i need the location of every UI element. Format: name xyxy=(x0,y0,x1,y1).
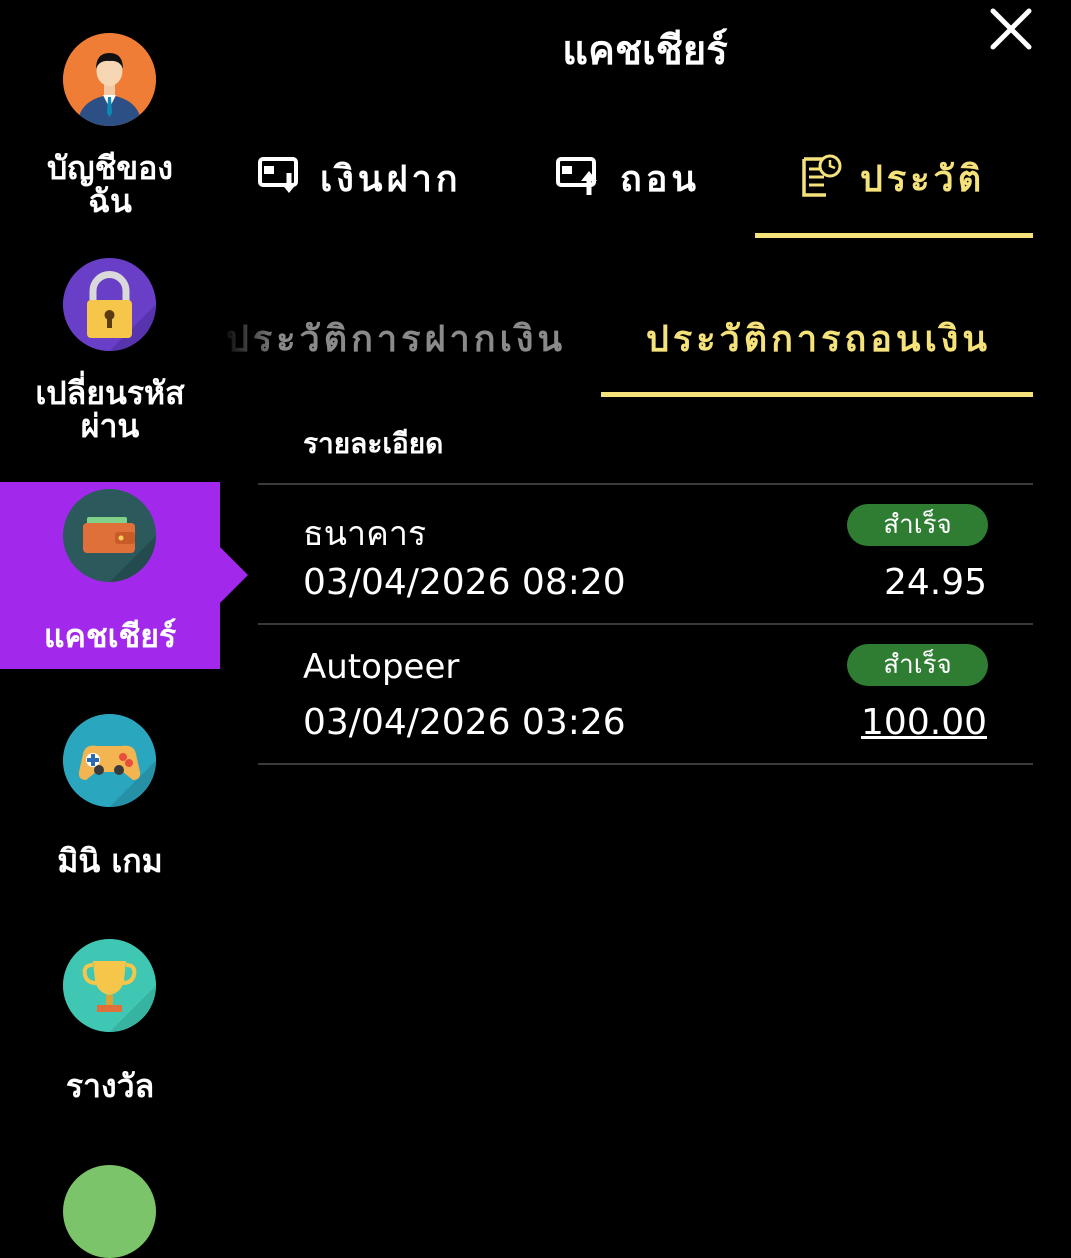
withdraw-icon xyxy=(556,155,602,201)
sidebar-item-partial[interactable] xyxy=(0,1165,220,1258)
sidebar-item-label: แคชเชียร์ xyxy=(43,617,177,655)
gamepad-icon xyxy=(63,714,156,807)
sidebar-item-cashier[interactable]: แคชเชียร์ xyxy=(0,482,248,669)
tab-withdraw-label: ถอน xyxy=(620,158,701,200)
tab-deposit-label: เงินฝาก xyxy=(320,158,462,200)
page-title: แคชเชียร์ xyxy=(562,28,728,74)
trophy-icon xyxy=(63,939,156,1032)
active-pointer xyxy=(220,547,248,603)
sidebar-item-label: บัญชีของ ฉัน xyxy=(46,149,173,220)
row-datetime: 03/04/2026 08:20 xyxy=(303,562,626,603)
active-tab-indicator xyxy=(755,233,1033,238)
history-icon xyxy=(800,153,842,203)
partial-icon xyxy=(63,1165,156,1258)
sidebar-item-my-account[interactable]: บัญชีของ ฉัน xyxy=(0,0,220,230)
divider xyxy=(258,483,1033,485)
tab-history-label: ประวัติ xyxy=(860,158,986,200)
sidebar-item-label: รางวัล xyxy=(65,1067,155,1105)
status-badge: สำเร็จ xyxy=(847,504,988,546)
divider xyxy=(258,623,1033,625)
sidebar-item-rewards[interactable]: รางวัล xyxy=(0,925,220,1125)
active-subtab-indicator xyxy=(601,392,1033,397)
sidebar-item-mini-game[interactable]: มินิ เกม xyxy=(0,700,220,900)
tab-history[interactable]: ประวัติ xyxy=(800,148,985,208)
column-header-details: รายละเอียด xyxy=(303,427,444,460)
row-amount-link[interactable]: 100.00 xyxy=(861,702,987,743)
padlock-icon xyxy=(63,258,156,351)
row-method: ธนาคาร xyxy=(303,514,427,554)
sidebar-item-change-password[interactable]: เปลี่ยนรหัส ผ่าน xyxy=(0,240,220,460)
subtab-withdraw-history[interactable]: ประวัติการถอนเงิน xyxy=(646,310,991,367)
scroll-fade xyxy=(220,300,280,370)
wallet-icon xyxy=(63,489,156,582)
tab-deposit[interactable]: เงินฝาก xyxy=(258,148,462,208)
tab-withdraw[interactable]: ถอน xyxy=(556,148,700,208)
close-icon[interactable] xyxy=(988,6,1034,52)
row-datetime: 03/04/2026 03:26 xyxy=(303,702,626,743)
row-method: Autopeer xyxy=(303,647,460,687)
sidebar-item-label: มินิ เกม xyxy=(57,842,163,880)
deposit-icon xyxy=(258,155,302,201)
user-avatar-icon xyxy=(63,33,156,126)
row-amount: 24.95 xyxy=(883,562,987,603)
sidebar: บัญชีของ ฉัน เปลี่ยนรหัส ผ่าน แคชเชียร์ … xyxy=(0,0,248,1258)
status-badge: สำเร็จ xyxy=(847,644,988,686)
sidebar-item-label: เปลี่ยนรหัส ผ่าน xyxy=(35,374,185,445)
divider xyxy=(258,763,1033,765)
